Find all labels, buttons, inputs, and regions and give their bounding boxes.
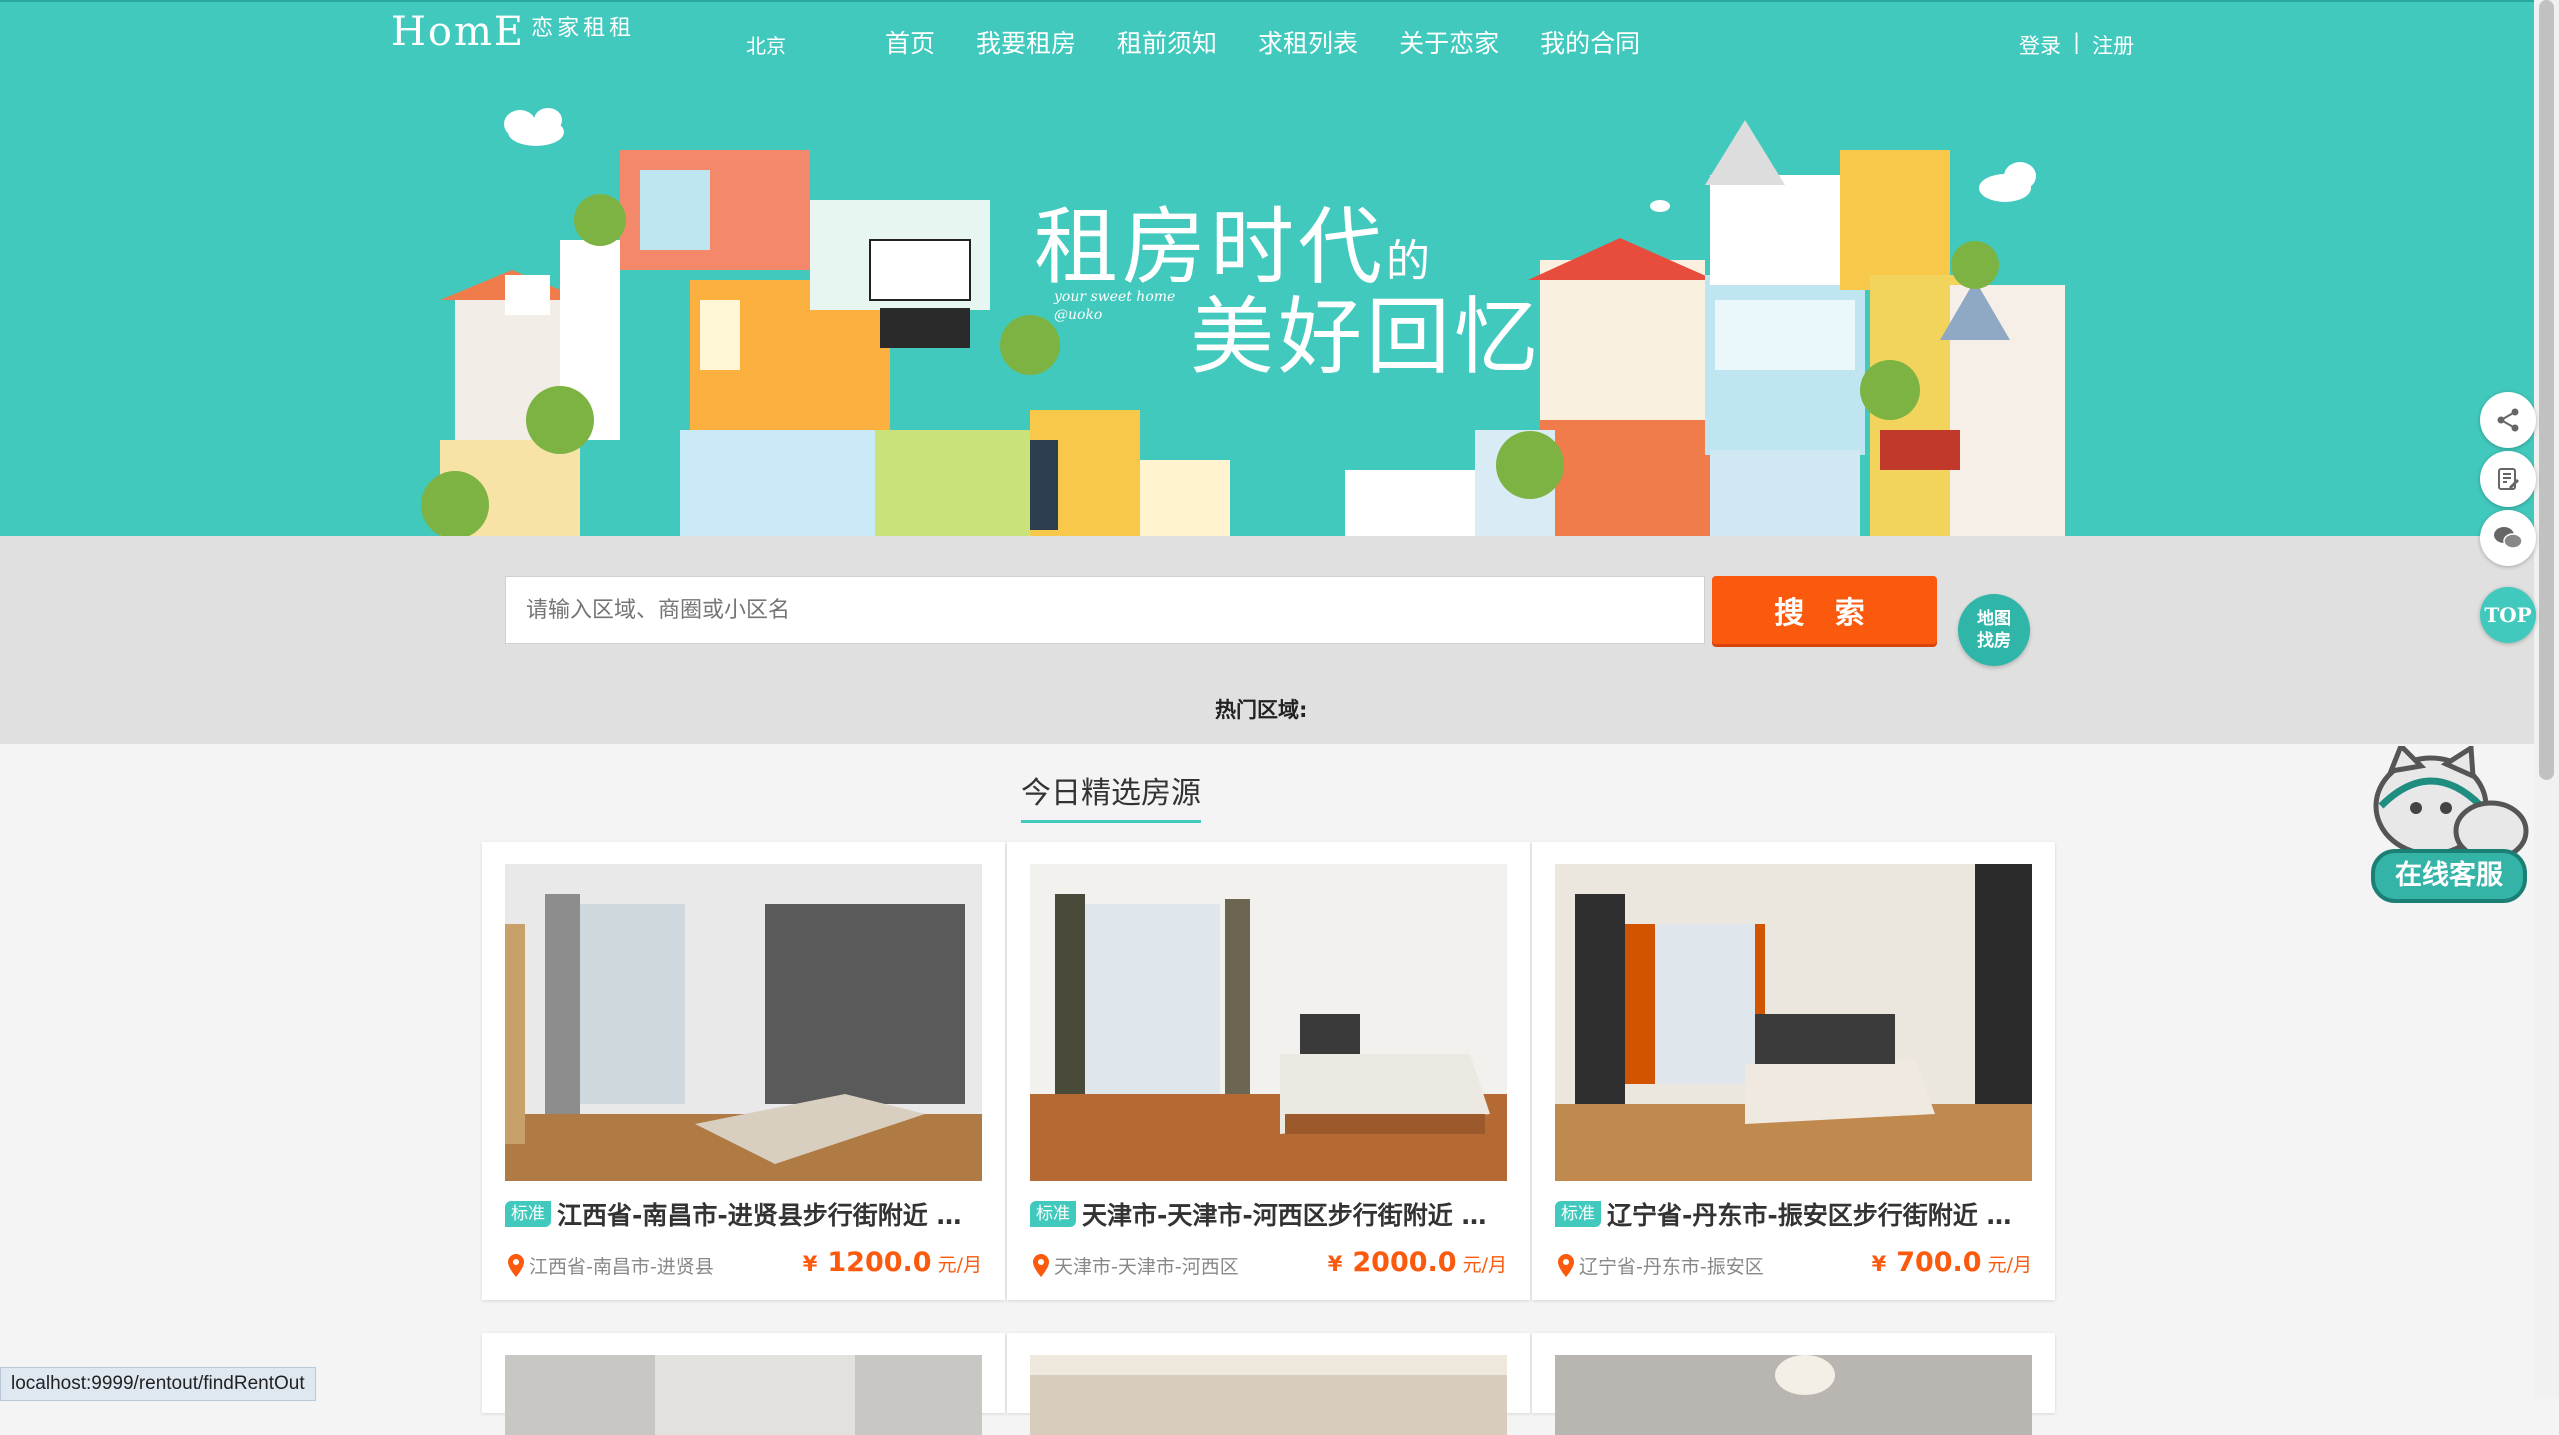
search-section: 搜 索 地图 找房 热门区域: (0, 536, 2534, 744)
currency-symbol: ¥ (1871, 1252, 1887, 1276)
site-logo[interactable]: HomE 恋家租租 (391, 10, 635, 54)
location-text: 辽宁省-丹东市-振安区 (1579, 1256, 1764, 1278)
section-title: 今日精选房源 (1021, 768, 1201, 823)
price-value: 1200.0 (827, 1247, 932, 1278)
listing-title-row: 标准 江西省-南昌市-进贤县步行街附近 公... (505, 1196, 985, 1232)
standard-tag: 标准 (505, 1201, 551, 1227)
listing-photo[interactable] (1555, 864, 2032, 1181)
map-search-button[interactable]: 地图 找房 (1958, 594, 2030, 666)
city-selector[interactable]: 北京 (746, 30, 786, 59)
location-text: 天津市-天津市-河西区 (1054, 1256, 1239, 1278)
listing-title-row: 标准 辽宁省-丹东市-振安区步行街附近 公... (1555, 1196, 2035, 1232)
price-unit: 元/月 (1462, 1254, 1507, 1276)
listing-card[interactable]: 标准 辽宁省-丹东市-振安区步行街附近 公... 辽宁省-丹东市-振安区 ¥70… (1532, 842, 2055, 1300)
map-button-line1: 地图 (1977, 609, 2011, 629)
wechat-button[interactable] (2480, 510, 2536, 566)
register-link[interactable]: 注册 (2092, 30, 2134, 60)
listing-price: ¥1200.0 元/月 (803, 1247, 982, 1278)
account-links: 登录 | 注册 (2019, 30, 2134, 60)
search-input[interactable] (505, 576, 1705, 644)
price-value: 700.0 (1896, 1247, 1982, 1278)
logo-subtext: 恋家租租 (531, 16, 636, 41)
online-customer-service[interactable]: 在线客服 (2361, 741, 2537, 906)
nav-wanted-list[interactable]: 求租列表 (1258, 24, 1358, 64)
listing-title[interactable]: 江西省-南昌市-进贤县步行街附近 公... (557, 1196, 985, 1232)
map-button-line2: 找房 (1977, 631, 2011, 651)
listing-card[interactable]: 标准 天津市-天津市-河西区步行街附近 公... 天津市-天津市-河西区 ¥20… (1007, 842, 1530, 1300)
listing-card[interactable]: 标准 江西省-南昌市-进贤县步行街附近 公... 江西省-南昌市-进贤县 ¥12… (482, 842, 1005, 1300)
price-unit: 元/月 (937, 1254, 982, 1276)
listing-photo[interactable] (505, 864, 982, 1181)
listing-card[interactable] (1532, 1333, 2055, 1435)
main-nav: 首页 我要租房 租前须知 求租列表 关于恋家 我的合同 (885, 24, 1681, 64)
listing-title-row: 标准 天津市-天津市-河西区步行街附近 公... (1030, 1196, 1510, 1232)
share-icon (2497, 408, 2519, 432)
listing-card[interactable] (1007, 1333, 1530, 1435)
location-pin-icon (1558, 1253, 1574, 1277)
back-to-top-button[interactable]: TOP (2480, 587, 2536, 643)
slogan-line2: 美好回忆 (1190, 288, 1543, 386)
location-pin-icon (1033, 1253, 1049, 1277)
login-link[interactable]: 登录 (2019, 30, 2061, 60)
slogan-english: your sweet home @uoko (1054, 289, 1176, 323)
standard-tag: 标准 (1555, 1201, 1601, 1227)
page-scrollbar[interactable] (2534, 0, 2559, 1399)
nav-contracts[interactable]: 我的合同 (1540, 24, 1640, 64)
listing-location: 江西省-南昌市-进贤县 (505, 1252, 714, 1279)
listing-price: ¥700.0 元/月 (1872, 1247, 2032, 1278)
logo-text: HomE (391, 9, 526, 55)
account-separator: | (2073, 30, 2081, 54)
listing-location: 天津市-天津市-河西区 (1030, 1252, 1239, 1279)
listing-location: 辽宁省-丹东市-振安区 (1555, 1252, 1764, 1279)
banner-slogan: 租房时代的 your sweet home @uoko 美好回忆 (1034, 180, 1538, 386)
share-button[interactable] (2480, 392, 2536, 448)
nav-about[interactable]: 关于恋家 (1399, 24, 1499, 64)
listing-title[interactable]: 天津市-天津市-河西区步行街附近 公... (1082, 1196, 1510, 1232)
feedback-button[interactable] (2480, 451, 2536, 507)
location-pin-icon (508, 1253, 524, 1277)
listing-photo[interactable] (1030, 864, 1507, 1181)
standard-tag: 标准 (1030, 1201, 1076, 1227)
search-button[interactable]: 搜 索 (1712, 576, 1937, 644)
hero-banner: HomE 恋家租租 北京 首页 我要租房 租前须知 求租列表 关于恋家 我的合同… (0, 0, 2534, 536)
nav-home[interactable]: 首页 (885, 24, 935, 64)
price-unit: 元/月 (1987, 1254, 2032, 1276)
listing-card[interactable] (482, 1333, 1005, 1435)
currency-symbol: ¥ (1327, 1252, 1343, 1276)
listing-photo[interactable] (1555, 1355, 2032, 1435)
customer-service-label: 在线客服 (2371, 849, 2527, 903)
listing-price: ¥2000.0 元/月 (1328, 1247, 1507, 1278)
edit-icon (2498, 468, 2520, 490)
listing-photo[interactable] (505, 1355, 982, 1435)
scrollbar-thumb[interactable] (2539, 0, 2554, 780)
wechat-icon (2494, 527, 2523, 549)
price-value: 2000.0 (1352, 1247, 1457, 1278)
listing-title[interactable]: 辽宁省-丹东市-振安区步行街附近 公... (1607, 1196, 2035, 1232)
status-bar-url: localhost:9999/rentout/findRentOut (0, 1367, 316, 1401)
hot-areas-label: 热门区域: (1215, 698, 1308, 722)
location-text: 江西省-南昌市-进贤县 (529, 1256, 714, 1278)
nav-notice[interactable]: 租前须知 (1117, 24, 1217, 64)
nav-rent[interactable]: 我要租房 (976, 24, 1076, 64)
listing-photo[interactable] (1030, 1355, 1507, 1435)
currency-symbol: ¥ (802, 1252, 818, 1276)
